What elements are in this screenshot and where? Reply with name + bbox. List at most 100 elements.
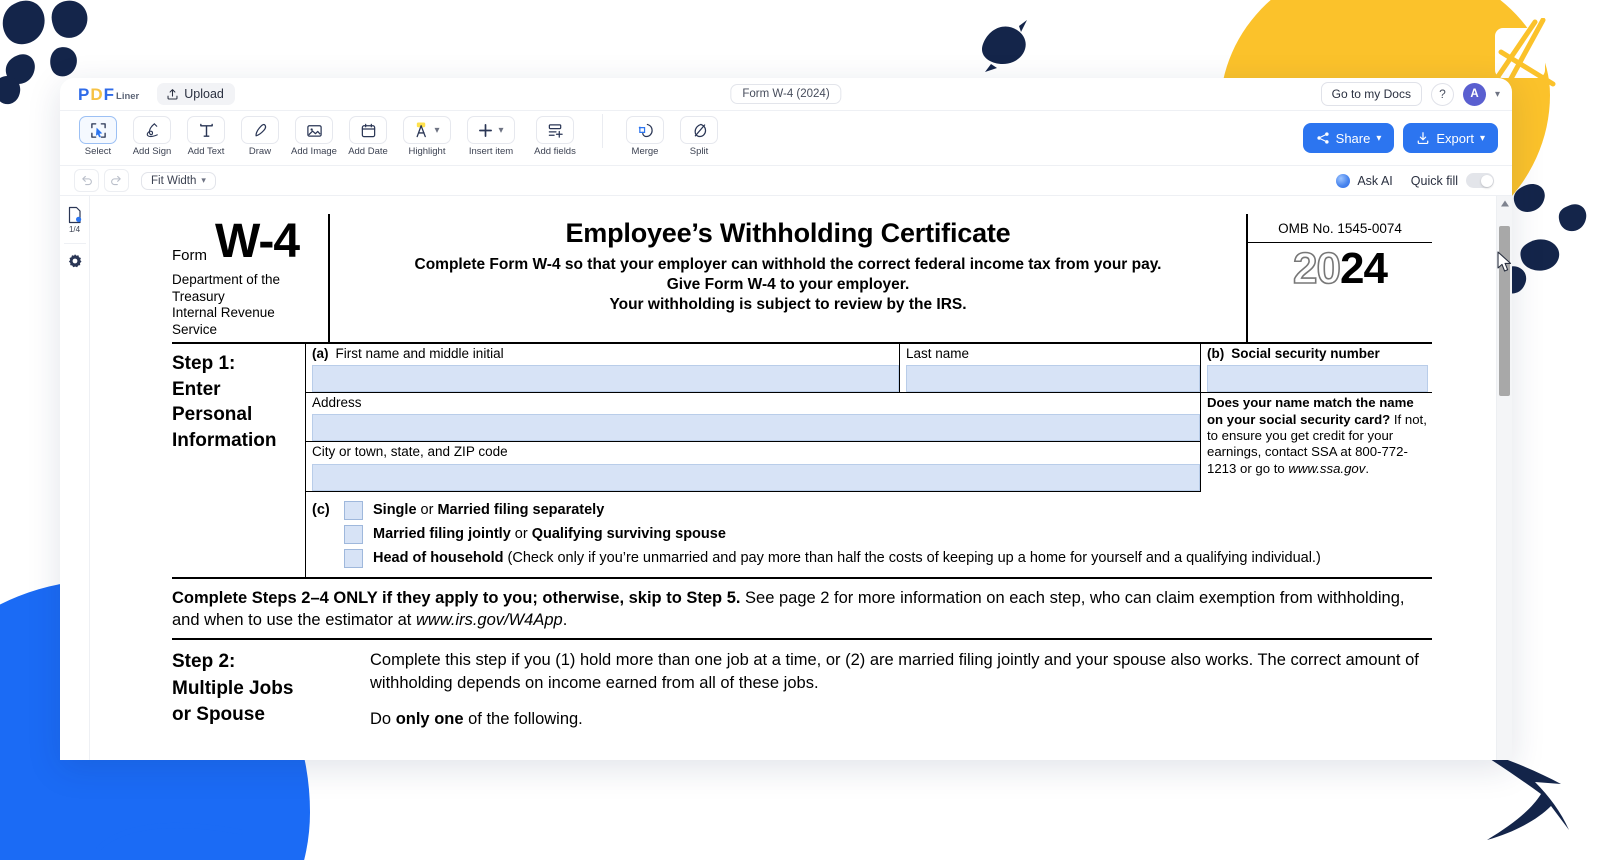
ask-ai-button[interactable]: Ask AI	[1336, 174, 1392, 188]
form-subtitle-2: Give Form W-4 to your employer.	[340, 275, 1236, 295]
tool-group-primary: Select Add Sign Add Text	[74, 114, 723, 162]
toolbar-actions: Share ▾ Export ▾	[1303, 123, 1498, 153]
tool-insert-item[interactable]: ▾ Insert item	[462, 114, 520, 157]
highlighter-icon	[414, 122, 429, 138]
ssn-note-link[interactable]: www.ssa.gov	[1288, 461, 1365, 476]
pen-icon	[252, 122, 269, 139]
address-input[interactable]	[312, 414, 1200, 441]
checkbox-married-jointly[interactable]	[344, 525, 363, 544]
tool-add-image[interactable]: Add Image	[290, 114, 338, 157]
upload-label: Upload	[184, 87, 224, 101]
tool-add-text[interactable]: Add Text	[182, 114, 230, 157]
form-title: Employee’s Withholding Certificate	[340, 218, 1236, 249]
tool-highlight[interactable]: ▾ Highlight	[398, 114, 456, 157]
sub-toolbar-right: Ask AI Quick fill	[1336, 173, 1498, 188]
step-2-title: Step 2:	[172, 649, 370, 675]
checkbox-single[interactable]	[344, 501, 363, 520]
logo-letter-d: D	[90, 86, 102, 103]
pdfliner-logo[interactable]: P D F Liner	[78, 86, 139, 103]
cursor-select-icon	[90, 122, 107, 139]
address-label: Address	[312, 395, 362, 411]
dept-line-2: Internal Revenue Service	[172, 305, 320, 338]
tool-merge[interactable]: Merge	[621, 114, 669, 157]
step-2-para2-pre: Do	[370, 710, 396, 728]
tool-add-sign[interactable]: Add Sign	[128, 114, 176, 157]
blue-stroke-bottom	[95, 818, 245, 860]
tax-year-suffix: 24	[1340, 244, 1387, 293]
city-input[interactable]	[312, 464, 1200, 491]
last-name-input[interactable]	[906, 365, 1200, 392]
filing-option-1-bold1: Married filing jointly	[373, 526, 511, 542]
avatar[interactable]: A	[1463, 83, 1486, 106]
undo-icon	[80, 174, 93, 187]
upload-button[interactable]: Upload	[157, 83, 235, 105]
step-1-fields: (a)First name and middle initial Last na…	[306, 344, 1432, 577]
app-body: 1/4 Form W-4	[60, 196, 1512, 760]
scroll-up-arrow-icon[interactable]	[1500, 200, 1509, 207]
logo-suffix: Liner	[116, 91, 139, 103]
pdf-canvas[interactable]: Form W-4 Department of the Treasury Inte…	[90, 196, 1496, 760]
export-chevron-down-icon[interactable]: ▾	[1480, 133, 1485, 144]
share-icon	[1316, 131, 1330, 145]
tool-select[interactable]: Select	[74, 114, 122, 157]
insert-item-chevron-down-icon[interactable]: ▾	[498, 125, 503, 136]
filing-option-0-bold2: Married filing separately	[437, 502, 604, 518]
export-button[interactable]: Export ▾	[1403, 123, 1498, 153]
highlight-chevron-down-icon[interactable]: ▾	[434, 125, 439, 136]
steps-note-link[interactable]: www.irs.gov/W4App	[416, 611, 563, 629]
canvas-scrollbar[interactable]	[1496, 196, 1512, 760]
checkbox-head-of-household[interactable]	[344, 549, 363, 568]
step-2-line-3: or Spouse	[172, 702, 370, 728]
page-thumbnails-button[interactable]: 1/4	[67, 206, 83, 234]
settings-button[interactable]	[67, 253, 83, 269]
undo-button[interactable]	[74, 169, 99, 192]
tool-split[interactable]: Split	[675, 114, 723, 157]
tool-add-sign-label: Add Sign	[133, 146, 172, 157]
redo-button[interactable]	[104, 169, 129, 192]
ssn-note: Does your name match the name on your so…	[1200, 393, 1432, 491]
filing-option-2-bold1: Head of household	[373, 550, 504, 566]
ssn-input[interactable]	[1207, 365, 1428, 392]
step-2-paragraph-2: Do only one of the following.	[370, 708, 1432, 730]
step-2-paragraph-1: Complete this step if you (1) hold more …	[370, 649, 1432, 694]
logo-letter-f: F	[104, 86, 114, 103]
tool-add-sign-box	[133, 116, 171, 144]
tool-add-date[interactable]: Add Date	[344, 114, 392, 157]
steps-note-bold: Complete Steps 2–4 ONLY if they apply to…	[172, 589, 740, 607]
tool-highlight-box: ▾	[403, 116, 451, 144]
chevron-down-icon[interactable]: ▾	[1495, 89, 1500, 100]
tool-draw-box	[241, 116, 279, 144]
go-to-my-docs-button[interactable]: Go to my Docs	[1321, 82, 1422, 106]
last-name-cell: Last name	[900, 344, 1200, 392]
share-button[interactable]: Share ▾	[1303, 123, 1395, 153]
quick-fill-control[interactable]: Quick fill	[1411, 173, 1494, 188]
page-count-label: 1/4	[69, 225, 80, 234]
tax-year: 2024	[1248, 243, 1432, 293]
document-title-chip[interactable]: Form W-4 (2024)	[730, 84, 841, 104]
tool-insert-item-box: ▾	[467, 116, 515, 144]
omb-number: OMB No. 1545-0074	[1248, 214, 1432, 243]
address-left: Address City or town, state, and ZIP cod…	[306, 393, 1200, 491]
ssn-marker: (b)	[1207, 346, 1224, 362]
share-chevron-down-icon[interactable]: ▾	[1376, 133, 1381, 144]
tool-draw[interactable]: Draw	[236, 114, 284, 157]
form-header-center: Employee’s Withholding Certificate Compl…	[330, 214, 1246, 342]
zoom-level-select[interactable]: Fit Width ▾	[141, 172, 216, 190]
rail-divider	[64, 243, 86, 244]
step-1-line-4: Information	[172, 428, 301, 454]
city-label: City or town, state, and ZIP code	[312, 444, 508, 460]
quick-fill-toggle[interactable]	[1466, 173, 1494, 188]
city-cell: City or town, state, and ZIP code	[306, 442, 1200, 491]
pdf-page-1: Form W-4 Department of the Treasury Inte…	[90, 196, 1496, 760]
tool-add-fields-box	[536, 116, 574, 144]
first-name-input[interactable]	[312, 365, 899, 392]
export-label: Export	[1436, 131, 1474, 146]
main-toolbar: Select Add Sign Add Text	[60, 110, 1512, 165]
step-2-row: Step 2: Multiple Jobs or Spouse Complete…	[172, 640, 1432, 744]
step-2-para2-post: of the following.	[464, 710, 583, 728]
tool-add-fields[interactable]: Add fields	[526, 114, 584, 157]
logo-letter-p: P	[78, 86, 89, 103]
first-name-cell: (a)First name and middle initial	[306, 344, 900, 392]
plus-icon	[478, 123, 493, 138]
help-icon[interactable]: ?	[1431, 83, 1454, 106]
